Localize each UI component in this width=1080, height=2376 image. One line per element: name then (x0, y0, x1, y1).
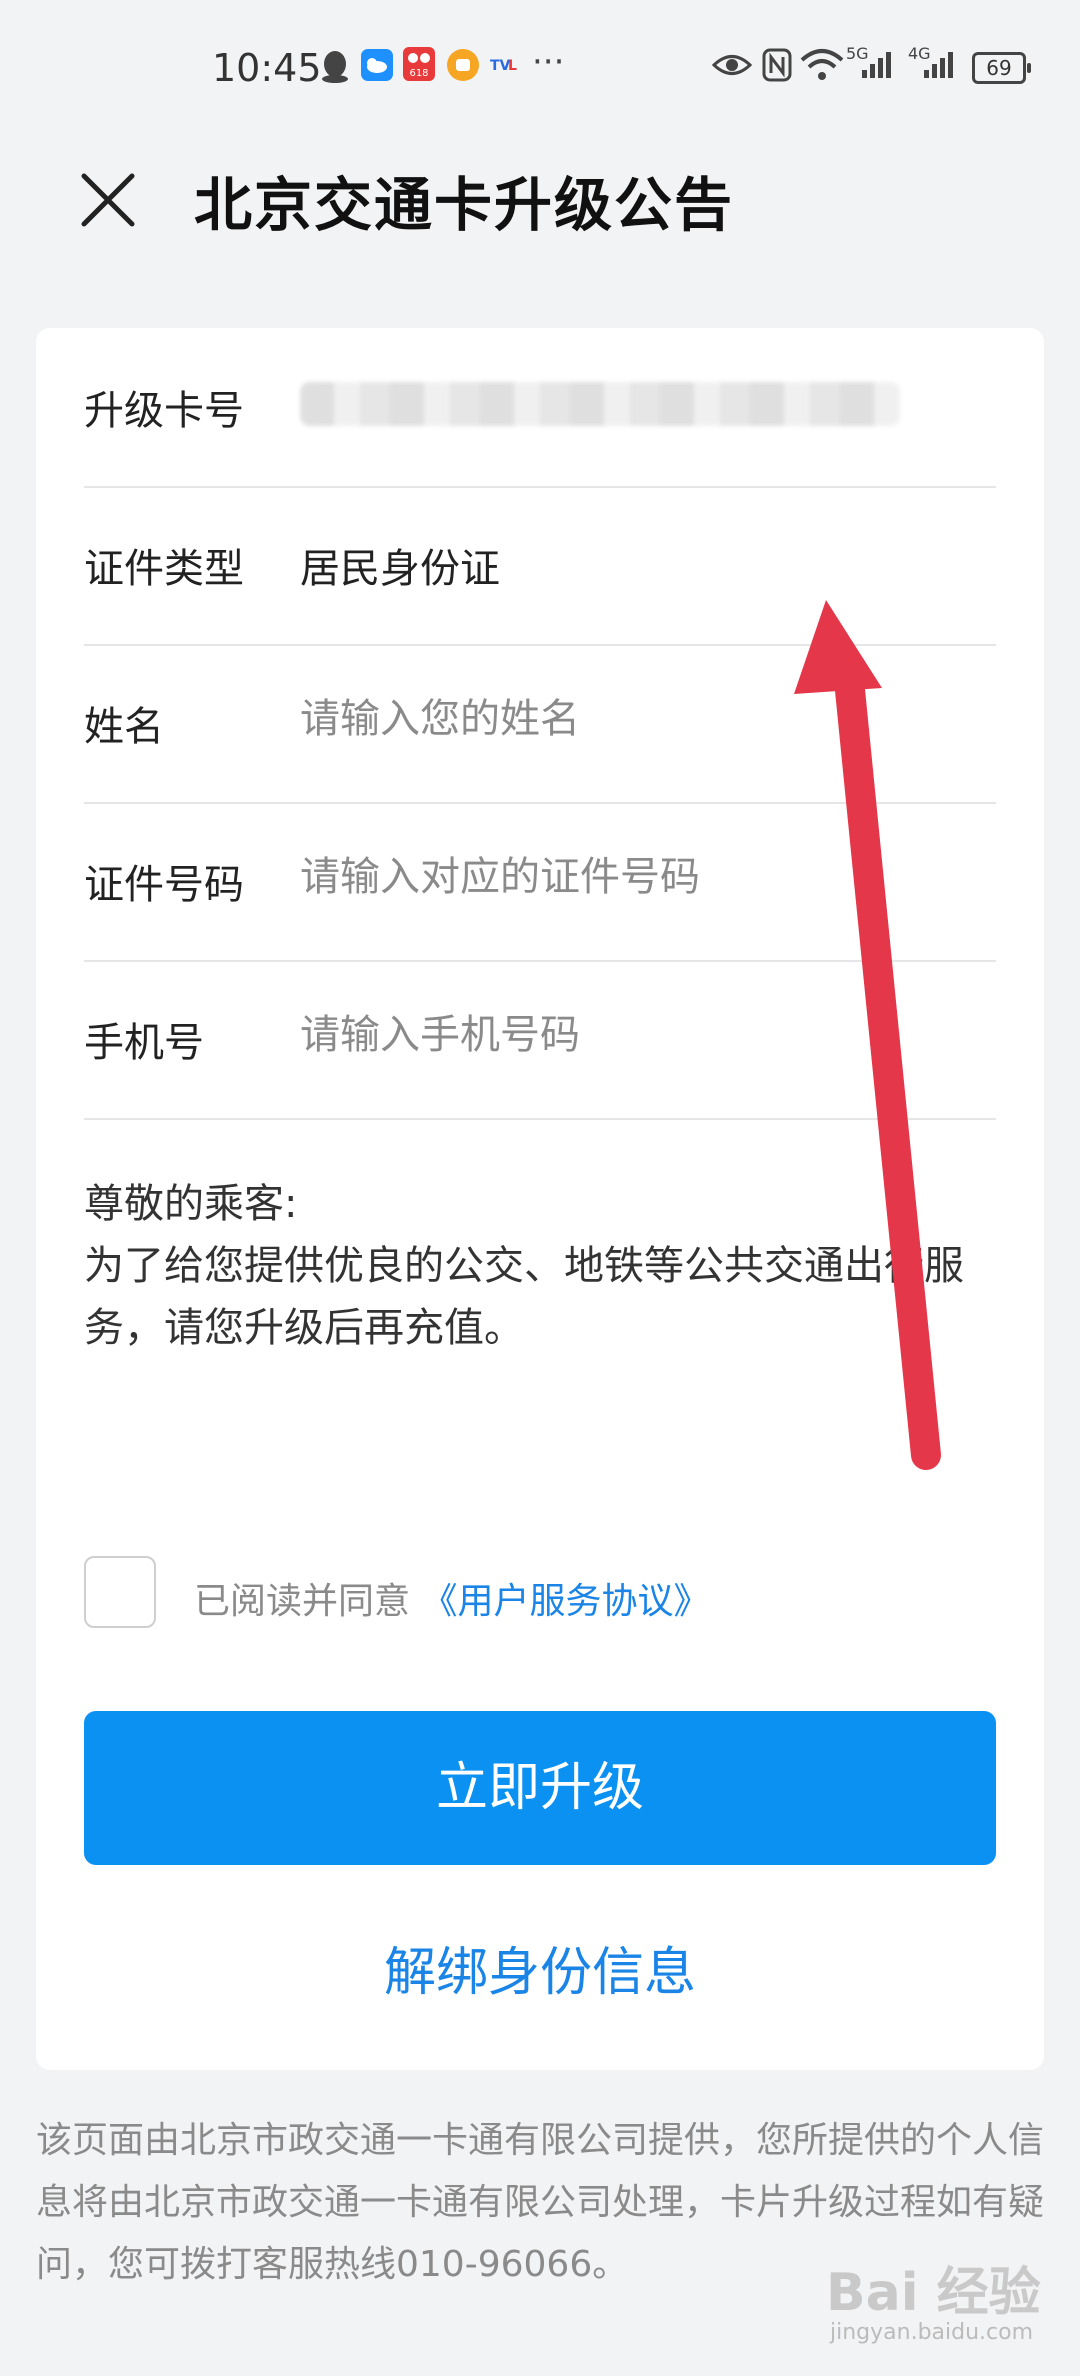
page-title: 北京交通卡升级公告 (194, 171, 735, 239)
close-icon[interactable] (78, 170, 138, 230)
more-dots-icon: ··· (532, 42, 565, 82)
id-type-label: 证件类型 (84, 546, 244, 592)
upgrade-button[interactable]: 立即升级 (84, 1711, 996, 1865)
agreement-checkbox[interactable] (84, 1556, 156, 1628)
wifi-icon (800, 49, 844, 80)
status-bar: 10:45 618 TV L ··· 5G 4G 69 (0, 0, 1080, 140)
phone-label: 手机号 (84, 1020, 204, 1066)
status-time: 10:45 (212, 46, 322, 90)
weather-icon (361, 49, 393, 81)
card-number-label: 升级卡号 (84, 388, 244, 434)
qq-icon (322, 51, 348, 83)
svg-text:618: 618 (409, 68, 428, 79)
masked-card-number (300, 382, 900, 426)
nav-bar: 北京交通卡升级公告 (0, 140, 1080, 280)
agreement-text: 已阅读并同意 《用户服务协议》 (194, 1572, 709, 1624)
agreement-row: 已阅读并同意 《用户服务协议》 (84, 1556, 996, 1630)
annotation-arrow-icon (794, 600, 941, 1470)
unbind-identity-link[interactable]: 解绑身份信息 (36, 1930, 1044, 2005)
id-number-label: 证件号码 (84, 862, 244, 908)
app-orange-icon (447, 49, 479, 81)
battery-icon: 69 (972, 52, 1031, 84)
tv-app-icon: TVL (490, 58, 517, 74)
name-label: 姓名 (84, 704, 164, 750)
svg-text:L: L (508, 58, 517, 74)
card-number-row: 升级卡号 (84, 328, 996, 488)
eye-icon (712, 55, 752, 75)
agreement-prefix: 已阅读并同意 (194, 1581, 422, 1622)
nfc-icon (762, 48, 792, 82)
shopping-618-icon: 618 (403, 47, 435, 81)
baidu-watermark-logo: Bai 经验 (826, 2263, 1041, 2323)
user-agreement-link[interactable]: 《用户服务协议》 (421, 1581, 709, 1622)
id-type-value[interactable]: 居民身份证 (300, 536, 500, 594)
signal-icon (862, 52, 891, 78)
signal-icon (924, 52, 953, 78)
baidu-watermark-url: jingyan.baidu.com (830, 2320, 1034, 2345)
